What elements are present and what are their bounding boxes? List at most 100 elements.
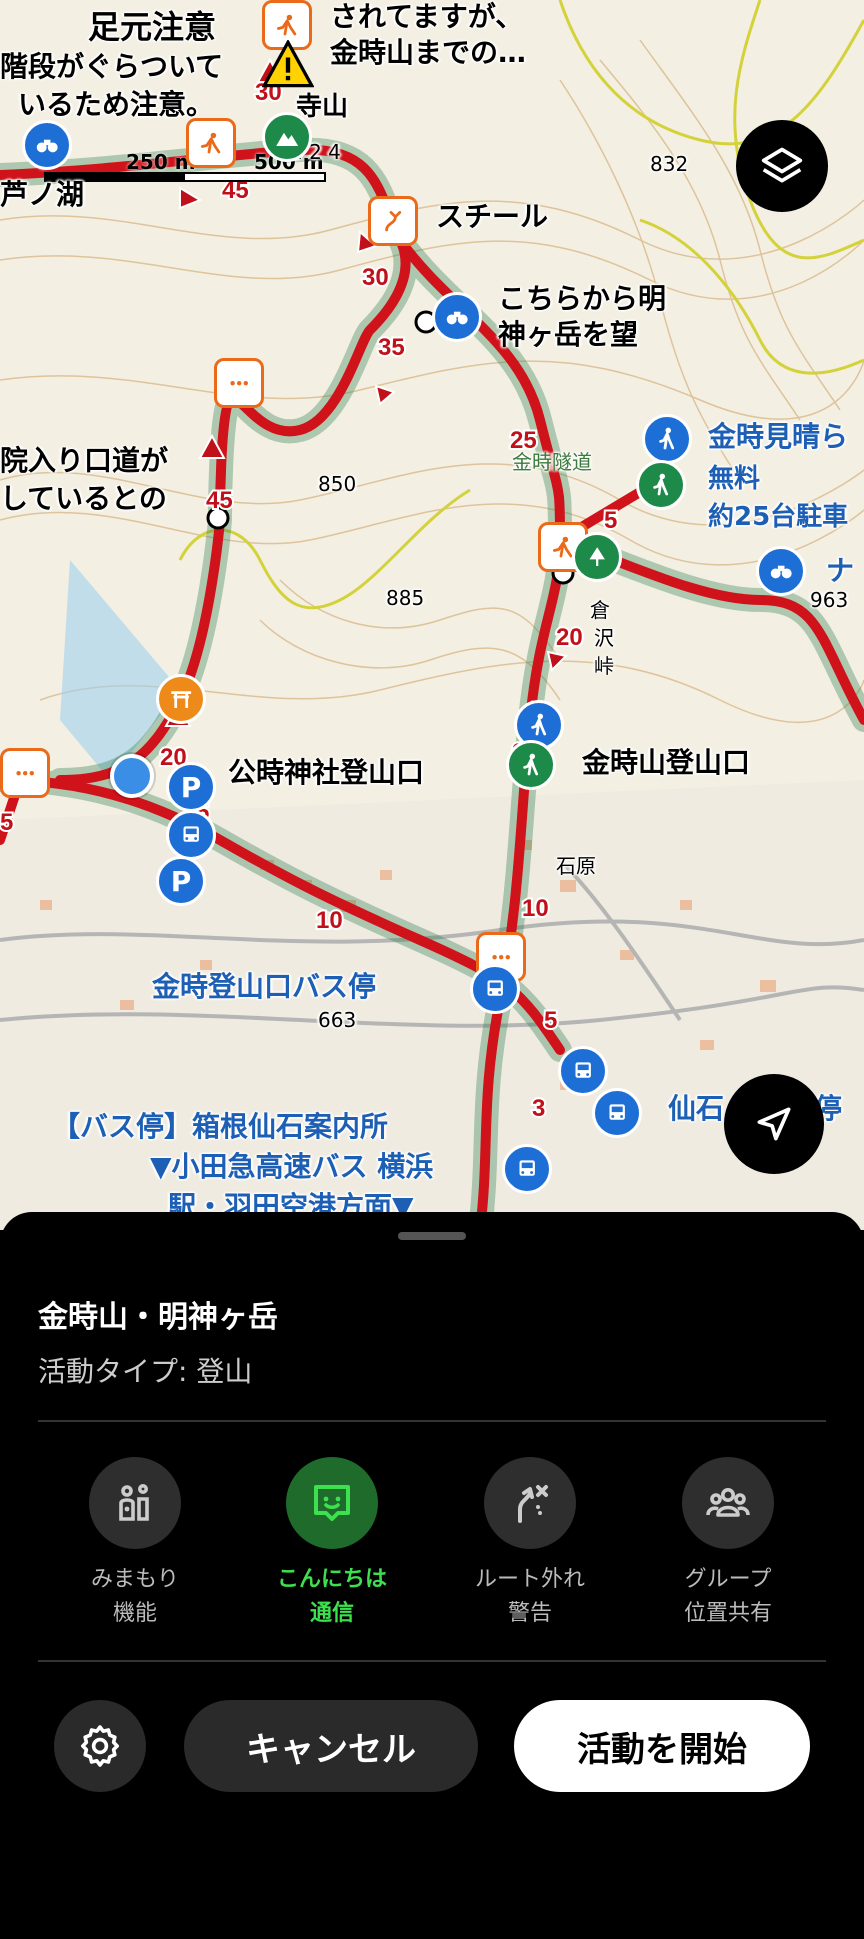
viewpoint-pin[interactable] — [432, 292, 482, 342]
group-icon-button[interactable] — [682, 1457, 774, 1549]
binoculars-icon — [446, 311, 468, 325]
rest-area-pin[interactable] — [572, 532, 622, 582]
layers-icon — [761, 147, 803, 183]
binoculars-icon — [36, 139, 58, 153]
route-icon — [385, 210, 401, 232]
parking-pin[interactable]: P — [156, 856, 206, 906]
map-label: 963 — [810, 588, 849, 612]
bus-pin[interactable] — [166, 810, 216, 860]
hiker-icon — [523, 753, 538, 776]
feature-watch[interactable]: みまもり 機能 — [45, 1457, 225, 1631]
off-route-icon-button[interactable] — [484, 1457, 576, 1549]
map-label[interactable]: 足元注意 — [88, 8, 216, 46]
cancel-button[interactable]: キャンセル — [184, 1700, 478, 1792]
parking-pin[interactable]: P — [166, 762, 216, 812]
map-label[interactable]: 【バス停】箱根仙石案内所 — [52, 1110, 388, 1144]
map-label[interactable]: 階段がぐらついて — [0, 50, 223, 84]
hiker-icon — [200, 132, 221, 154]
hiker-icon — [653, 473, 668, 496]
map-label[interactable]: 院入り口道が — [0, 444, 168, 478]
trailhead-pin[interactable] — [506, 740, 556, 790]
feature-label: みまもり 機能 — [90, 1567, 179, 1626]
feature-greeting[interactable]: こんにちは 通信 — [242, 1457, 422, 1631]
route-time: 30 — [362, 264, 389, 291]
map-label[interactable]: 金時見晴ら — [708, 420, 848, 454]
hiker-pin[interactable] — [186, 118, 236, 168]
map-label: 峠 — [594, 654, 614, 678]
feature-label: グループ 位置共有 — [683, 1567, 772, 1626]
map-label: 沢 — [594, 626, 614, 650]
comment-icon — [230, 380, 248, 386]
bus-icon — [519, 1160, 535, 1176]
parking-icon: P — [170, 864, 192, 898]
route-time: 5 — [544, 1007, 557, 1034]
route-time: 5 — [604, 507, 617, 534]
map-label[interactable]: しているとの — [0, 482, 167, 516]
feature-off-route[interactable]: ルート外れ 警告 — [440, 1457, 620, 1631]
map-label[interactable]: スチール — [436, 200, 548, 234]
warning-pin[interactable] — [262, 40, 314, 88]
viewpoint-pin[interactable] — [756, 546, 806, 596]
comment-icon — [16, 770, 34, 776]
route-time: 20 — [556, 624, 583, 651]
route-time: 10 — [316, 907, 343, 934]
map-label: 石原 — [556, 854, 596, 878]
map-label[interactable]: されてますが、 — [330, 0, 523, 34]
warning-icon — [262, 40, 314, 88]
map-label[interactable]: 公時神社登山口 — [228, 756, 424, 790]
greeting-icon-button[interactable] — [286, 1457, 378, 1549]
hiker-icon — [276, 14, 297, 36]
summit-pin[interactable] — [262, 112, 312, 162]
map-label[interactable]: いるため注意。 — [18, 88, 214, 122]
hiker-icon — [531, 713, 546, 736]
feature-group-share[interactable]: グループ 位置共有 — [638, 1457, 818, 1631]
map-label: 885 — [386, 586, 425, 610]
bus-icon — [609, 1104, 625, 1120]
comment-pin[interactable] — [214, 358, 264, 408]
trailhead-pin[interactable] — [636, 460, 686, 510]
torii-icon — [171, 691, 191, 708]
bus-icon — [575, 1062, 591, 1078]
bus-pin[interactable] — [592, 1088, 642, 1138]
map-label[interactable]: 約25台駐車 — [708, 502, 848, 533]
trailhead-pin[interactable] — [642, 414, 692, 464]
map-view[interactable]: 30 45 30 35 25 45 20 5 20 25 10 10 5 3 5… — [0, 0, 864, 1230]
start-activity-button[interactable]: 活動を開始 — [514, 1700, 810, 1792]
layers-button[interactable] — [736, 120, 828, 212]
activity-sheet: 金時山・明神ヶ岳 活動タイプ: 登山 みまもり 機能 こんにちは 通信 ルート外… — [0, 1212, 864, 1939]
bus-pin[interactable] — [470, 964, 520, 1014]
comment-pin[interactable] — [0, 748, 50, 798]
watch-icon-button[interactable] — [89, 1457, 181, 1549]
map-label: 芦ノ湖 — [0, 178, 85, 211]
my-location-button[interactable] — [724, 1074, 824, 1174]
bus-icon — [183, 826, 199, 842]
watch-icon — [119, 1484, 149, 1521]
map-label: 832 — [650, 152, 689, 176]
map-label[interactable]: こちらから明 — [498, 282, 666, 316]
bus-pin[interactable] — [558, 1046, 608, 1096]
map-label[interactable]: ▼小田急高速バス 横浜 — [150, 1150, 433, 1184]
map-label[interactable]: 金時山までの… — [330, 36, 526, 70]
sheet-drag-handle[interactable] — [398, 1232, 466, 1240]
greeting-icon — [314, 1485, 350, 1521]
bus-pin[interactable] — [502, 1144, 552, 1194]
map-label[interactable]: 仙石 — [668, 1092, 724, 1126]
gear-icon — [81, 1725, 119, 1767]
route-time: 45 — [206, 487, 233, 514]
map-label: 850 — [318, 472, 357, 496]
navigation-arrow-icon — [757, 1107, 791, 1141]
shrine-pin[interactable] — [156, 674, 206, 724]
tree-icon — [589, 547, 605, 566]
steel-pin[interactable] — [368, 196, 418, 246]
map-label: 663 — [318, 1008, 357, 1032]
route-time: 10 — [522, 895, 549, 922]
viewpoint-pin[interactable] — [22, 120, 72, 170]
map-label[interactable]: 金時登山口バス停 — [152, 970, 376, 1004]
settings-button[interactable] — [54, 1700, 146, 1792]
map-label[interactable]: ナ — [826, 554, 854, 588]
divider — [38, 1420, 826, 1422]
map-label[interactable]: 金時山登山口 — [582, 746, 750, 780]
map-label[interactable]: 無料 — [708, 464, 760, 495]
parking-icon: P — [180, 770, 202, 804]
map-label[interactable]: 神ヶ岳を望 — [498, 318, 638, 352]
